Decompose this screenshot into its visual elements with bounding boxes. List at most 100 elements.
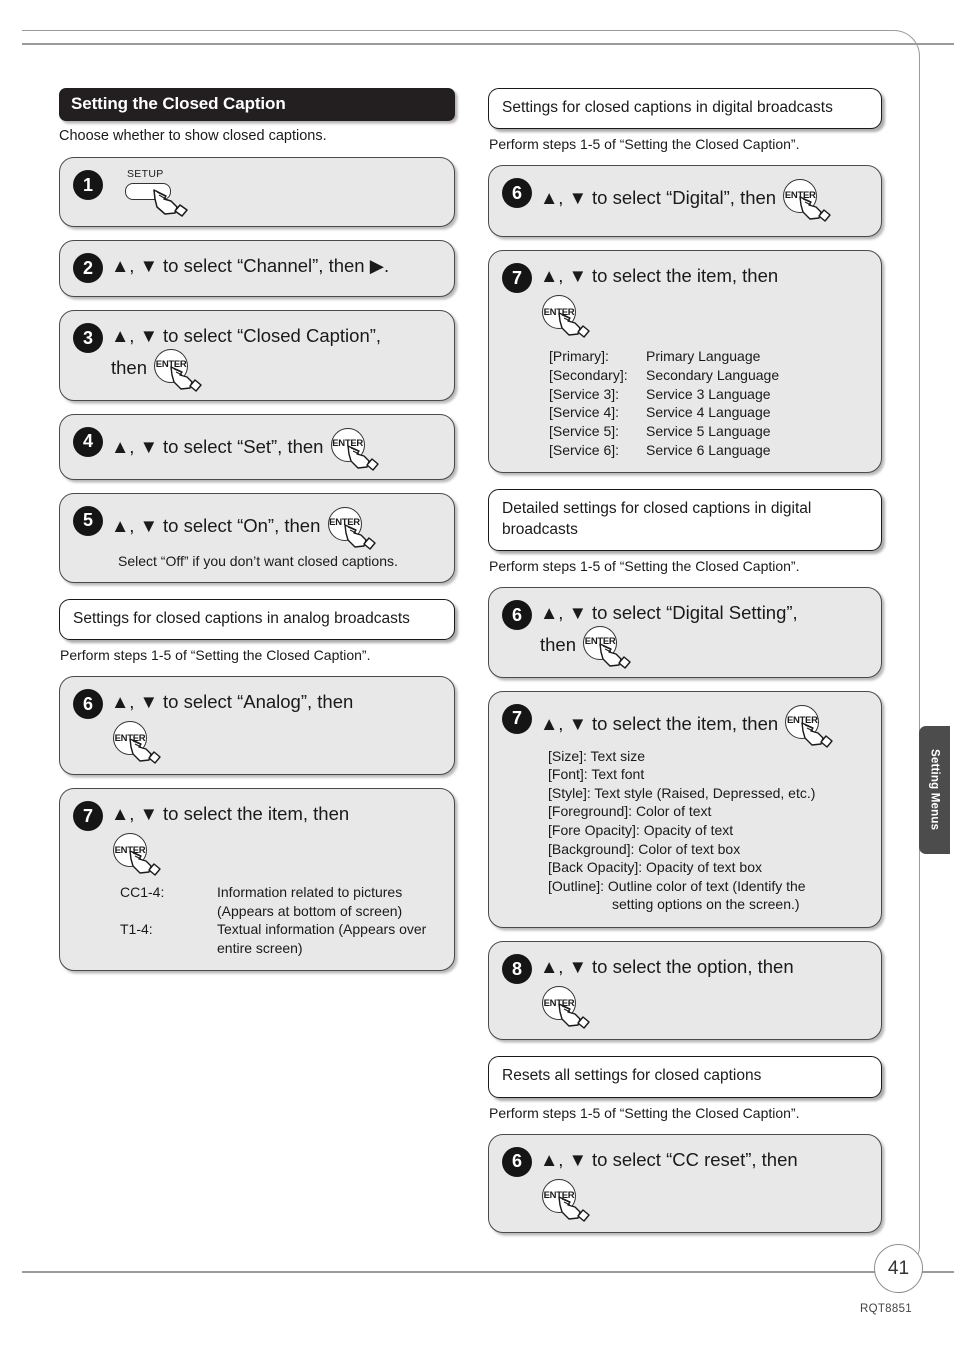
enter-row: ENTER <box>111 721 441 764</box>
enter-button[interactable]: ENTER <box>583 625 631 669</box>
step-note: Select “Off” if you don’t want closed ca… <box>118 552 398 569</box>
document-code: RQT8851 <box>860 1303 912 1315</box>
step-content: ▲, ▼ to select “Digital Setting”, then E… <box>540 599 798 669</box>
list-item: [Secondary]: Secondary Language <box>549 366 868 385</box>
list-item: [Back Opacity]: Opacity of text box <box>548 859 762 876</box>
pointing-hand-icon <box>598 638 636 677</box>
item-value: entire screen) <box>217 939 303 956</box>
step-number: 2 <box>73 253 103 283</box>
list-item: [Service 3]: Service 3 Language <box>549 385 868 404</box>
frame-mask-top <box>0 30 22 45</box>
item-value: Information related to pictures <box>217 884 403 901</box>
step-number: 6 <box>502 1146 532 1177</box>
enter-button[interactable]: ENTER <box>785 704 834 748</box>
item-key: [Secondary]: <box>549 367 628 384</box>
item-key: T1-4: <box>120 921 153 938</box>
list-item: [Outline]: Outline color of text (Identi… <box>548 877 806 894</box>
list-item: [Primary]: Primary Language <box>549 347 868 366</box>
item-key <box>120 939 217 958</box>
perform-note-reset: Perform steps 1-5 of “Setting the Closed… <box>489 1104 800 1121</box>
item-key: [Service 6]: <box>549 441 620 458</box>
step-box-detailed-6: 6 ▲, ▼ to select “Digital Setting”, then… <box>488 587 882 678</box>
enter-button[interactable]: ENTER <box>327 506 376 550</box>
enter-button[interactable]: ENTER <box>542 986 590 1029</box>
list-item: T1-4: Textual information (Appears over <box>120 920 441 939</box>
item-value: Service 5 Language <box>646 422 771 439</box>
list-item: [Style]: Text style (Raised, Depressed, … <box>548 784 816 801</box>
list-item: [Service 5]: Service 5 Language <box>549 422 868 441</box>
setup-button[interactable]: SETUP <box>111 168 207 217</box>
page-number: 41 <box>874 1244 923 1293</box>
enter-button[interactable]: ENTER <box>542 295 590 339</box>
list-item-continuation: setting options on the screen.) <box>612 896 800 913</box>
item-key: [Primary]: <box>549 348 609 365</box>
section-header-digital: Settings for closed captions in digital … <box>488 88 882 130</box>
item-key: [Service 4]: <box>549 404 620 421</box>
step-number: 7 <box>73 801 103 832</box>
step-number: 5 <box>73 505 103 536</box>
step-content: ▲, ▼ to select the option, then <box>540 956 794 978</box>
step-box-analog-7: 7 ▲, ▼ to select the item, then ENTER CC… <box>59 788 455 972</box>
enter-button[interactable]: ENTER <box>113 833 161 876</box>
manual-page: Setting the Closed Caption Choose whethe… <box>0 0 954 1350</box>
enter-row: ENTER <box>540 1178 868 1222</box>
pointing-hand-icon <box>800 717 838 756</box>
item-key: CC1-4: <box>120 884 165 901</box>
perform-note-analog: Perform steps 1-5 of “Setting the Closed… <box>60 647 371 664</box>
side-tab-setting-menus[interactable]: Setting Menus <box>919 726 950 854</box>
list-item: CC1-4: Information related to pictures <box>120 883 441 902</box>
right-column: Settings for closed captions in digital … <box>488 88 882 1233</box>
pointing-hand-icon <box>557 307 595 344</box>
step-content: ▲, ▼ to select the item, then <box>540 265 779 287</box>
list-item: (Appears at bottom of screen) <box>120 902 441 921</box>
step-content: ▲, ▼ to select “On”, then ENTER <box>111 505 376 550</box>
step-content: ▲, ▼ to select “Set”, then ENTER <box>111 426 379 471</box>
item-key: [Service 5]: <box>549 422 620 439</box>
list-item: [Service 6]: Service 6 Language <box>549 441 868 460</box>
step-content: ▲, ▼ to select “Channel”, then ▶. <box>111 255 390 276</box>
step-content: ▲, ▼ to select “CC reset”, then <box>540 1148 798 1170</box>
step-box-detailed-8: 8 ▲, ▼ to select the option, then ENTER <box>488 941 882 1041</box>
pointing-hand-icon <box>151 183 191 224</box>
list-item: [Foreground]: Color of text <box>548 803 712 820</box>
list-item: [Font]: Text font <box>548 766 645 783</box>
analog-item-list: CC1-4: Information related to pictures (… <box>120 883 441 957</box>
enter-button[interactable]: ENTER <box>330 427 379 471</box>
perform-note-digital: Perform steps 1-5 of “Setting the Closed… <box>489 136 800 153</box>
step-content: ▲, ▼ to select the item, then <box>111 803 350 825</box>
pointing-hand-icon <box>346 440 384 479</box>
step-box-2: 2 ▲, ▼ to select “Channel”, then ▶. <box>59 240 455 297</box>
step-number: 8 <box>502 954 532 985</box>
step-box-reset-6: 6 ▲, ▼ to select “CC reset”, then ENTER <box>488 1133 882 1233</box>
pointing-hand-icon <box>798 191 836 230</box>
page-title: Setting the Closed Caption <box>59 88 455 121</box>
item-value: Textual information (Appears over <box>217 921 427 938</box>
perform-note-detailed: Perform steps 1-5 of “Setting the Closed… <box>489 558 800 575</box>
enter-button[interactable]: ENTER <box>542 1178 590 1222</box>
step-box-4: 4 ▲, ▼ to select “Set”, then ENTER <box>59 413 455 480</box>
step-text: ▲, ▼ to select “On”, then <box>111 514 321 536</box>
enter-button[interactable]: ENTER <box>154 348 202 392</box>
step-number: 1 <box>73 170 103 200</box>
side-tab-label: Setting Menus <box>928 749 941 831</box>
item-value: Primary Language <box>646 348 761 365</box>
step-text: ▲, ▼ to select “Set”, then <box>111 435 324 457</box>
step-number: 6 <box>502 178 532 209</box>
pointing-hand-icon <box>557 998 595 1035</box>
list-item: [Service 4]: Service 4 Language <box>549 403 868 422</box>
step-number: 3 <box>73 323 103 353</box>
left-column: Setting the Closed Caption Choose whethe… <box>59 88 455 972</box>
item-value: Service 6 Language <box>646 441 771 458</box>
enter-row: ENTER <box>540 295 868 339</box>
enter-row: ENTER <box>111 833 441 876</box>
enter-button[interactable]: ENTER <box>113 721 161 764</box>
step-box-analog-6: 6 ▲, ▼ to select “Analog”, then ENTER <box>59 676 455 776</box>
step-text-line1: ▲, ▼ to select “Digital Setting”, <box>540 602 798 624</box>
enter-button[interactable]: ENTER <box>783 179 831 223</box>
item-value: (Appears at bottom of screen) <box>217 902 403 919</box>
step-text-line2: then <box>540 633 577 655</box>
step-text-line1: ▲, ▼ to select “Closed Caption”, <box>111 325 382 346</box>
step-text-line2: then <box>111 356 148 378</box>
step-content: SETUP <box>111 168 207 217</box>
step-text: ▲, ▼ to select the item, then <box>540 712 779 734</box>
